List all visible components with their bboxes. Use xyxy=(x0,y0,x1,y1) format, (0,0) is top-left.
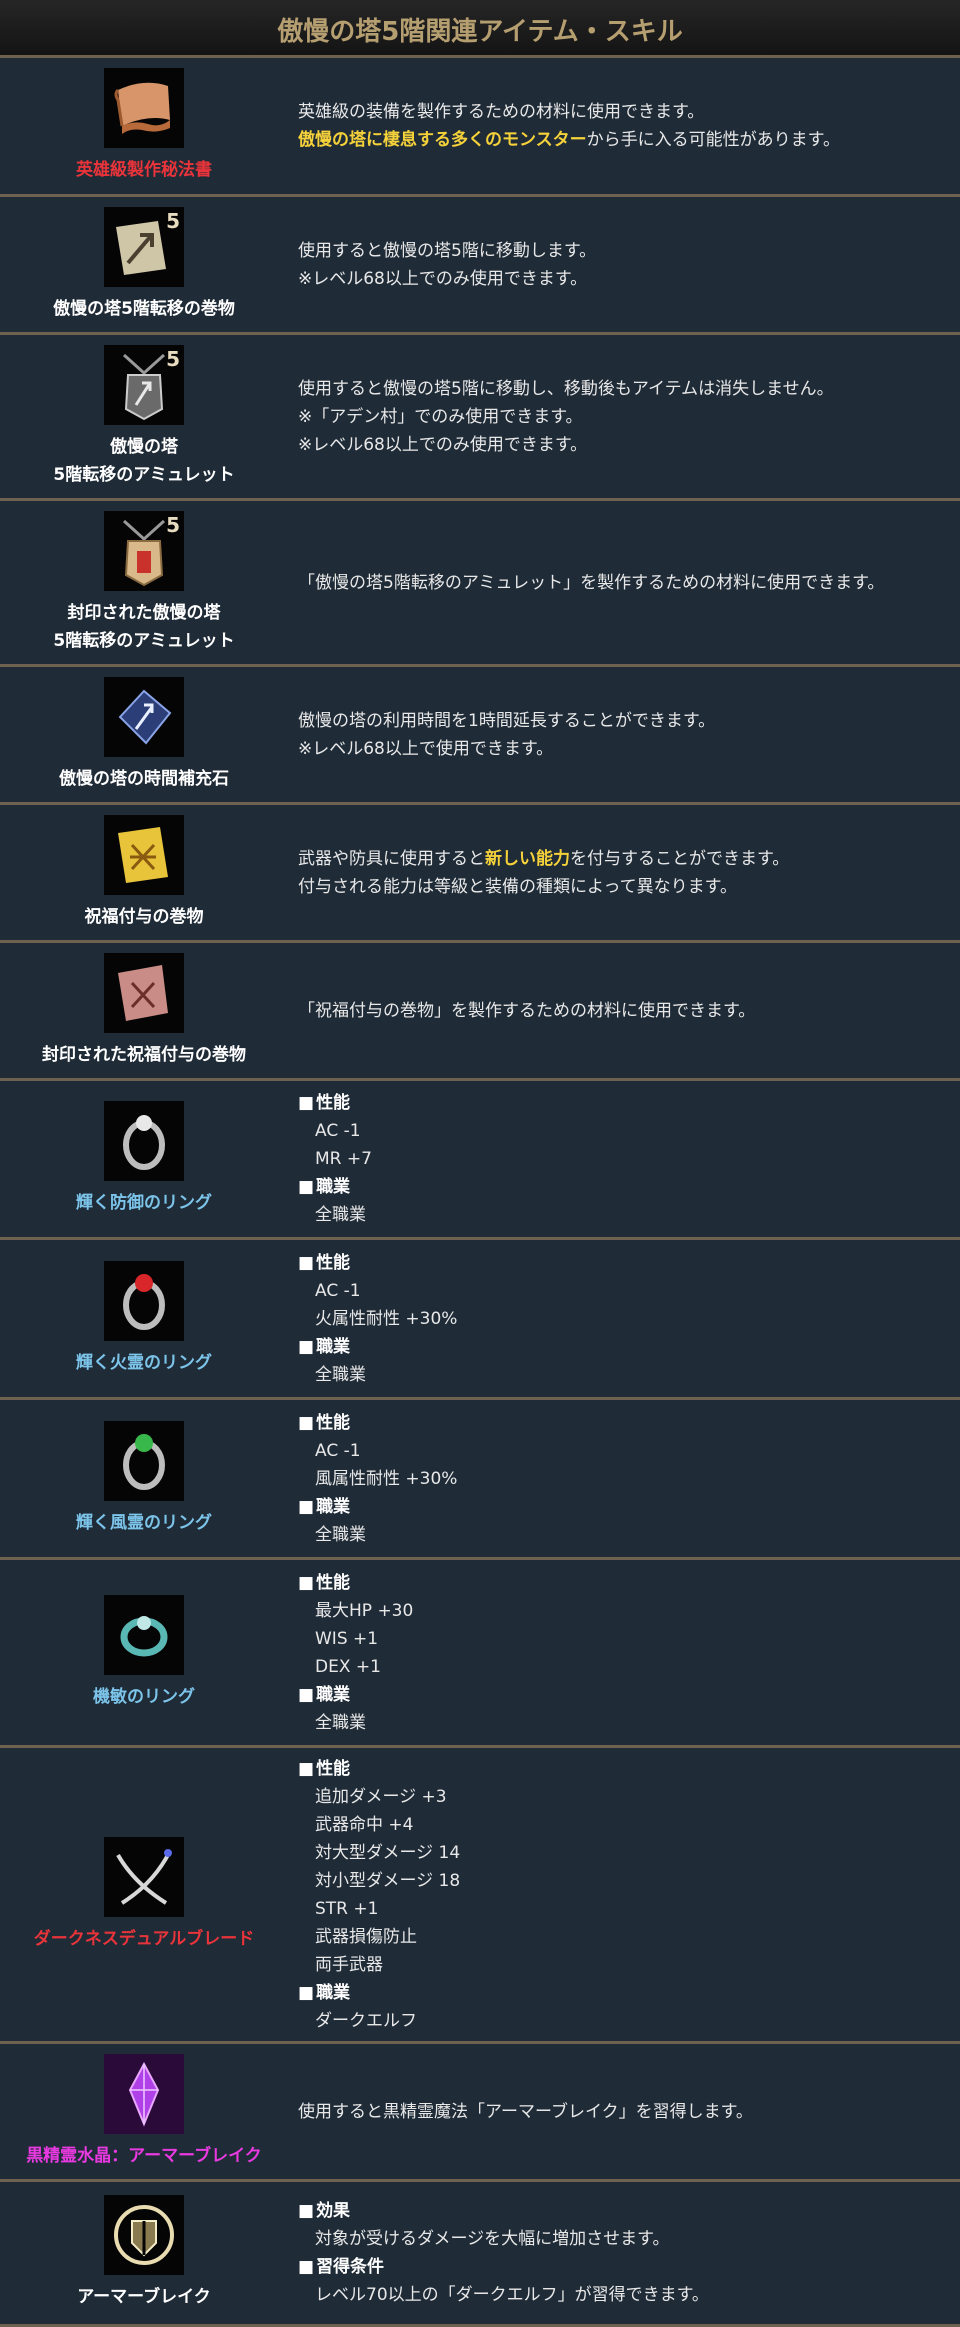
item-row: 黒精霊水晶：アーマーブレイク 使用すると黒精霊魔法「アーマーブレイク」を習得しま… xyxy=(0,2044,960,2182)
tier-badge: 5 xyxy=(166,208,180,233)
spec-value: AC -1 xyxy=(315,1280,361,1301)
spec-value: MR +7 xyxy=(315,1149,372,1169)
spec-value: AC -1 xyxy=(315,1121,361,1141)
item-desc-line: ※「アデン村」でのみ使用できます。 xyxy=(298,406,583,427)
spec-value: レベル70以上の「ダークエルフ」が習得できます。 xyxy=(315,2285,709,2305)
item-row: 5 封印された傲慢の塔 5階転移のアミュレット 「傲慢の塔5階転移のアミュレット… xyxy=(0,501,960,667)
spec-heading: 性能 xyxy=(298,1249,950,1277)
wind-ring-icon xyxy=(104,1420,184,1501)
item-desc-line: 「祝福付与の巻物」を製作するための材料に使用できます。 xyxy=(298,1000,756,1021)
page-title: 傲慢の塔5階関連アイテム・スキル xyxy=(277,17,683,47)
item-desc-line: 使用すると傲慢の塔5階に移動し、移動後もアイテムは消失しません。 xyxy=(298,378,834,399)
spec-heading: 職業 xyxy=(298,1173,950,1201)
spec-value: ダークエルフ xyxy=(315,2010,417,2031)
defense-ring-icon xyxy=(104,1101,184,1181)
spec-value: 風属性耐性 +30% xyxy=(315,1468,458,1489)
item-row: 傲慢の塔の時間補充石 傲慢の塔の利用時間を1時間延長することができます。 ※レベ… xyxy=(0,667,960,805)
spec-value: STR +1 xyxy=(315,1898,379,1919)
item-name: ダークネスデュアルブレード xyxy=(33,1928,255,1949)
item-desc-line: 傲慢の塔の利用時間を1時間延長することができます。 xyxy=(298,710,716,731)
item-name: 傲慢の塔 5階転移のアミュレット xyxy=(53,436,235,485)
blessing-scroll-icon xyxy=(104,814,184,895)
spec-value: 両手武器 xyxy=(315,1954,383,1975)
spec-heading: 職業 xyxy=(298,1333,950,1361)
spec-value: 武器命中 +4 xyxy=(315,1814,414,1835)
spec-heading: 性能 xyxy=(298,1755,950,1783)
item-desc-line: 武器や防具に使用すると新しい能力を付与することができます。 xyxy=(298,848,790,869)
item-desc-line: ※レベル68以上でのみ使用できます。 xyxy=(298,268,588,289)
item-row: 5 傲慢の塔5階転移の巻物 使用すると傲慢の塔5階に移動します。 ※レベル68以… xyxy=(0,197,960,335)
spec-value: DEX +1 xyxy=(315,1656,381,1677)
dark-crystal-icon xyxy=(104,2053,184,2134)
time-stone-icon xyxy=(104,676,184,757)
spec-heading: 効果 xyxy=(298,2197,950,2225)
item-desc-line: 傲慢の塔に棲息する多くのモンスターから手に入る可能性があります。 xyxy=(298,130,840,150)
spec-value: 追加ダメージ +3 xyxy=(315,1786,447,1807)
spec-value: WIS +1 xyxy=(315,1628,379,1649)
amulet-icon: 5 xyxy=(104,344,184,425)
spec-value: 武器損傷防止 xyxy=(315,1926,417,1947)
item-row: 輝く火霊のリング 性能 AC -1 火属性耐性 +30% 職業 全職業 xyxy=(0,1240,960,1400)
item-row: 機敏のリング 性能 最大HP +30 WIS +1 DEX +1 職業 全職業 xyxy=(0,1560,960,1748)
spec-value: 対象が受けるダメージを大幅に増加させます。 xyxy=(315,2229,670,2249)
item-name: 輝く風霊のリング xyxy=(76,1512,212,1533)
item-row: 輝く防御のリング 性能 AC -1 MR +7 職業 全職業 xyxy=(0,1081,960,1240)
item-name: 機敏のリング xyxy=(93,1686,195,1707)
item-name: 封印された傲慢の塔 5階転移のアミュレット xyxy=(53,602,235,651)
item-desc-line: 付与される能力は等級と装備の種類によって異なります。 xyxy=(298,876,737,897)
tier-badge: 5 xyxy=(166,512,180,537)
item-desc-line: 英雄級の装備を製作するための材料に使用できます。 xyxy=(298,102,705,122)
item-name: 輝く防御のリング xyxy=(76,1193,212,1213)
spec-heading: 習得条件 xyxy=(298,2253,950,2281)
spec-heading: 職業 xyxy=(298,1493,950,1521)
spec-heading: 職業 xyxy=(298,1681,950,1709)
tier-badge: 5 xyxy=(166,346,180,371)
spec-value: AC -1 xyxy=(315,1440,361,1461)
dual-blade-icon xyxy=(104,1836,184,1917)
spec-value: 全職業 xyxy=(315,1524,366,1545)
item-name: 傲慢の塔5階転移の巻物 xyxy=(53,298,235,319)
item-name: 黒精霊水晶：アーマーブレイク xyxy=(26,2145,262,2166)
item-desc-line: 「傲慢の塔5階転移のアミュレット」を製作するための材料に使用できます。 xyxy=(298,572,885,593)
item-desc-line: ※レベル68以上で使用できます。 xyxy=(298,738,554,759)
spec-value: 全職業 xyxy=(315,1205,366,1225)
item-row: アーマーブレイク 効果 対象が受けるダメージを大幅に増加させます。 習得条件 レ… xyxy=(0,2182,960,2327)
item-name: 輝く火霊のリング xyxy=(76,1352,212,1373)
item-desc-line: 使用すると黒精霊魔法「アーマーブレイク」を習得します。 xyxy=(298,2101,753,2122)
sealed-amulet-icon: 5 xyxy=(104,510,184,591)
item-name: 祝福付与の巻物 xyxy=(84,906,204,927)
item-row: 輝く風霊のリング 性能 AC -1 風属性耐性 +30% 職業 全職業 xyxy=(0,1400,960,1560)
spec-value: 火属性耐性 +30% xyxy=(315,1308,458,1329)
item-row: 5 傲慢の塔 5階転移のアミュレット 使用すると傲慢の塔5階に移動し、移動後もア… xyxy=(0,335,960,501)
item-desc-line: 使用すると傲慢の塔5階に移動します。 xyxy=(298,240,597,261)
fire-ring-icon xyxy=(104,1260,184,1341)
spec-heading: 性能 xyxy=(298,1569,950,1597)
title-bar: 傲慢の塔5階関連アイテム・スキル xyxy=(0,0,960,58)
item-desc-line: ※レベル68以上でのみ使用できます。 xyxy=(298,434,588,455)
spec-value: 全職業 xyxy=(315,1712,366,1733)
item-row: 祝福付与の巻物 武器や防具に使用すると新しい能力を付与することができます。 付与… xyxy=(0,805,960,943)
spec-heading: 性能 xyxy=(298,1409,950,1437)
spec-value: 対大型ダメージ 14 xyxy=(315,1842,461,1863)
item-name: アーマーブレイク xyxy=(77,2287,211,2307)
spec-value: 対小型ダメージ 18 xyxy=(315,1870,461,1891)
spec-heading: 職業 xyxy=(298,1979,950,2007)
scroll-parchment-icon xyxy=(104,68,184,148)
spec-value: 最大HP +30 xyxy=(315,1600,414,1621)
armor-break-skill-icon xyxy=(104,2195,184,2275)
item-row: 英雄級製作秘法書 英雄級の装備を製作するための材料に使用できます。 傲慢の塔に棲… xyxy=(0,58,960,197)
item-name: 封印された祝福付与の巻物 xyxy=(42,1044,246,1065)
item-row: 封印された祝福付与の巻物 「祝福付与の巻物」を製作するための材料に使用できます。 xyxy=(0,943,960,1081)
item-name: 英雄級製作秘法書 xyxy=(76,160,212,180)
spec-value: 全職業 xyxy=(315,1364,366,1385)
item-name: 傲慢の塔の時間補充石 xyxy=(59,768,229,789)
item-row: ダークネスデュアルブレード 性能 追加ダメージ +3 武器命中 +4 対大型ダメ… xyxy=(0,1748,960,2044)
spec-heading: 性能 xyxy=(298,1089,950,1117)
agility-ring-icon xyxy=(104,1594,184,1675)
teleport-scroll-icon: 5 xyxy=(104,206,184,287)
sealed-blessing-scroll-icon xyxy=(104,952,184,1033)
